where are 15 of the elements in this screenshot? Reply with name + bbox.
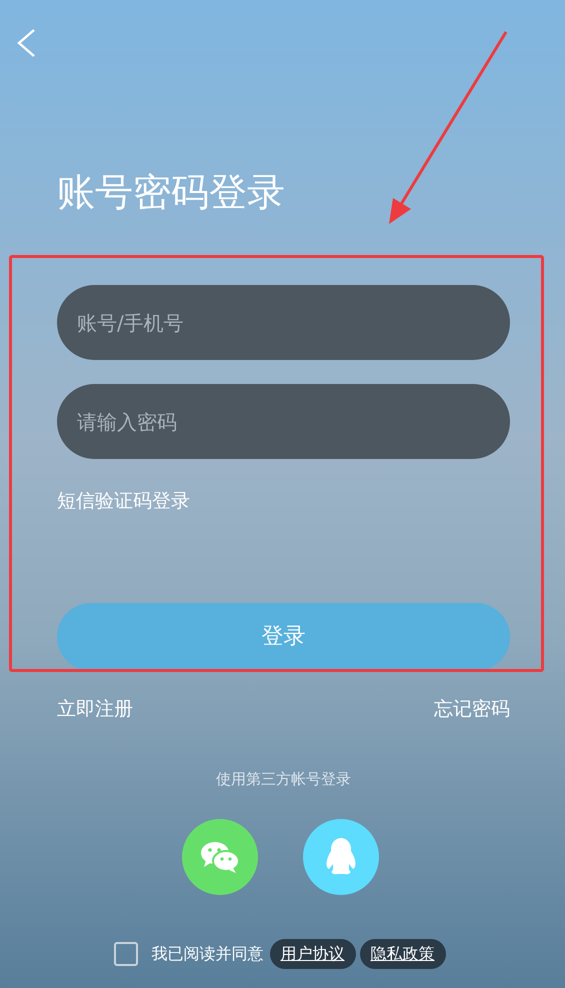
agreement-text: 我已阅读并同意 [152, 943, 264, 965]
privacy-policy-link[interactable]: 隐私政策 [360, 939, 446, 969]
password-field[interactable]: 请输入密码 [57, 384, 510, 459]
penguin-icon [324, 837, 358, 877]
sms-login-link[interactable]: 短信验证码登录 [57, 487, 190, 516]
user-agreement-link[interactable]: 用户协议 [270, 939, 356, 969]
page-title: 账号密码登录 [57, 169, 286, 216]
agreement-checkbox[interactable] [114, 942, 138, 966]
chat-bubbles-icon [200, 840, 240, 874]
register-link[interactable]: 立即注册 [57, 694, 133, 723]
forgot-password-link[interactable]: 忘记密码 [434, 694, 510, 723]
back-icon[interactable] [15, 28, 37, 58]
third-party-label: 使用第三方帐号登录 [216, 770, 351, 788]
login-button[interactable]: 登录 [57, 602, 510, 670]
account-field[interactable]: 账号/手机号 [57, 285, 510, 360]
